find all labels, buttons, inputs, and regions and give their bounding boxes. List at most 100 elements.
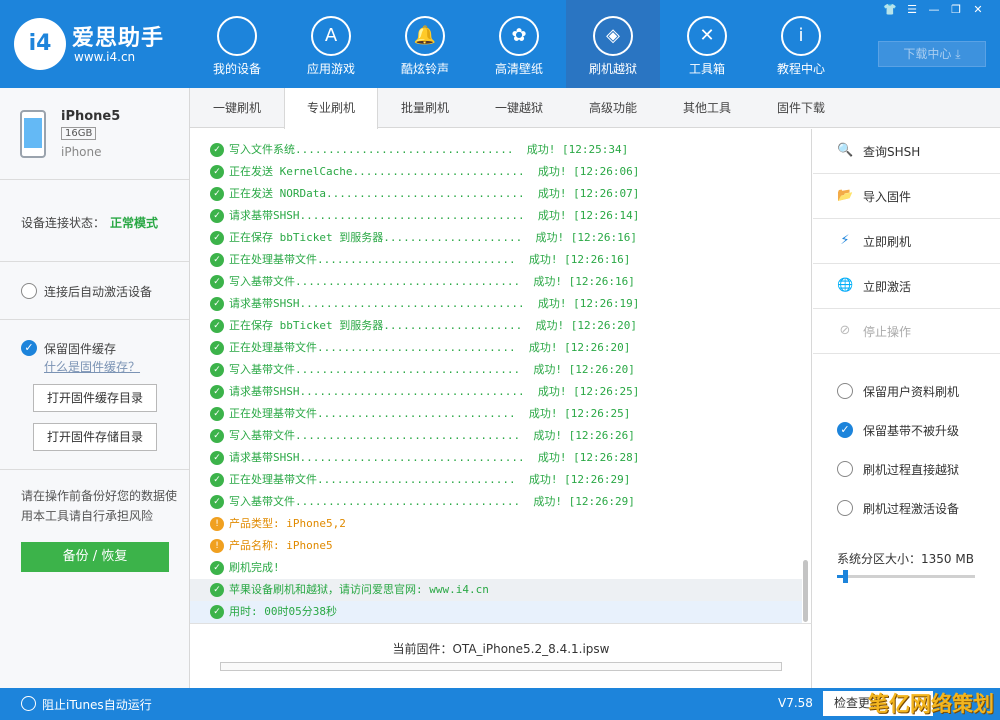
success-icon: ✓ [210,297,224,311]
backup-restore-button[interactable]: 备份 / 恢复 [21,542,169,572]
block-itunes-label: 阻止iTunes自动运行 [42,698,152,712]
nav-wallpapers[interactable]: ✿ 高清壁纸 [472,0,566,88]
activate-now-button[interactable]: 🌐 立即激活 [813,264,1000,309]
connection-status-row: 设备连接状态： 正常模式 [0,180,189,262]
auto-activate-option[interactable]: 连接后自动激活设备 [0,262,189,320]
nav-label: 高清壁纸 [494,62,543,76]
tab-firmware-download[interactable]: 固件下载 [754,88,848,128]
success-icon: ✓ [210,429,224,443]
appstore-icon: A [311,16,351,56]
log-line: ✓ 请求基带SHSH...............................… [190,381,802,403]
slider-handle[interactable] [843,570,848,583]
activate-during-flash-radio[interactable] [837,500,853,516]
connection-status-label: 设备连接状态： [21,216,106,230]
nav-flash-jailbreak[interactable]: ◈ 刷机越狱 [566,0,660,88]
tab-batch-flash[interactable]: 批量刷机 [378,88,472,128]
connection-status-value: 正常模式 [110,216,159,230]
log-text: 刷机完成! [229,561,280,574]
risk-warning: 请在操作前备份好您的数据使用本工具请自行承担风险 [21,489,178,523]
device-info: iPhone5 16GB iPhone [0,88,189,180]
partition-size-slider[interactable] [837,570,975,583]
log-line: ✓ 正在发送 KernelCache.......................… [190,161,802,183]
log-line: ✓ 请求基带SHSH...............................… [190,205,802,227]
right-action-panel: 🔍 查询SHSH 📂 导入固件 ⚡ 立即刷机 🌐 立即激活 ⊘ 停止操作 保留用… [813,129,1000,688]
nav-label: 酷炫铃声 [400,62,449,76]
tab-other-tools[interactable]: 其他工具 [660,88,754,128]
log-line: ! 产品类型: iPhone5,2 [190,513,802,535]
nav-label: 我的设备 [212,62,261,76]
log-line: ✓ 请求基带SHSH...............................… [190,447,802,469]
app-logo: i4 爱思助手 www.i4.cn [14,14,174,74]
log-line: ✓ 正在处理基带文件.............................. … [190,337,802,359]
apple-icon [217,16,257,56]
success-icon: ✓ [210,583,224,597]
open-store-dir-button[interactable]: 打开固件存储目录 [33,423,157,451]
success-icon: ✓ [210,385,224,399]
nav-label: 教程中心 [776,62,825,76]
restore-icon[interactable]: ❐ [946,2,966,18]
action-label: 立即刷机 [863,235,912,249]
stop-icon: ⊘ [839,323,851,338]
device-name: iPhone5 [61,109,121,124]
keep-user-data-label: 保留用户资料刷机 [863,385,960,399]
watermark: 笔亿网络策划 [868,692,994,716]
auto-activate-radio[interactable] [21,283,37,299]
menu-icon[interactable]: ☰ [902,2,922,18]
success-icon: ✓ [210,187,224,201]
version-label: V7.58 [778,696,813,710]
log-line: ✓ 正在发送 NORData...........................… [190,183,802,205]
success-icon: ✓ [210,209,224,223]
status-bar: 阻止iTunes自动运行 V7.58 检查更新 [0,688,1000,720]
nav-toolbox[interactable]: ✕ 工具箱 [660,0,754,88]
close-icon[interactable]: ✕ [968,2,988,18]
block-itunes-radio[interactable] [21,696,36,711]
log-text: 正在处理基带文件.............................. 成… [229,473,631,486]
jailbreak-during-flash-radio[interactable] [837,461,853,477]
stop-operation-button[interactable]: ⊘ 停止操作 [813,309,1000,354]
minimize-icon[interactable]: — [924,2,944,18]
log-line: ✓ 苹果设备刷机和越狱，请访问爱思官网: www.i4.cn [190,579,802,601]
open-cache-dir-button[interactable]: 打开固件缓存目录 [33,384,157,412]
success-icon: ✓ [210,407,224,421]
tab-pro-flash[interactable]: 专业刷机 [284,88,378,129]
import-firmware-button[interactable]: 📂 导入固件 [813,174,1000,219]
skin-icon[interactable]: 👕 [880,2,900,18]
log-text: 请求基带SHSH................................… [229,451,640,464]
log-text: 请求基带SHSH................................… [229,385,640,398]
keep-baseband-check-icon[interactable]: ✓ [837,422,853,438]
tab-advanced[interactable]: 高级功能 [566,88,660,128]
keep-user-data-radio[interactable] [837,383,853,399]
log-line: ✓ 正在处理基带文件.............................. … [190,469,802,491]
what-is-cache-link[interactable]: 什么是固件缓存？ [44,358,140,375]
nav-label: 刷机越狱 [588,62,637,76]
log-line: ✓ 正在处理基带文件.............................. … [190,403,802,425]
download-center-button[interactable]: 下载中心 ⤓ [878,41,986,67]
nav-tutorials[interactable]: i 教程中心 [754,0,848,88]
nav-label: 工具箱 [688,62,725,76]
download-icon: ⤓ [955,47,961,61]
tab-jailbreak[interactable]: 一键越狱 [472,88,566,128]
log-scrollbar[interactable] [803,560,808,622]
success-icon: ✓ [210,231,224,245]
success-icon: ✓ [210,253,224,267]
app-url: www.i4.cn [74,50,136,64]
nav-ringtones[interactable]: 🔔 酷炫铃声 [378,0,472,88]
progress-bar [220,662,782,671]
app-name: 爱思助手 [72,26,165,51]
log-text: 正在保存 bbTicket 到服务器..................... … [229,231,638,244]
nav-my-device[interactable]: 我的设备 [190,0,284,88]
log-text: 用时: 00时05分38秒 [229,605,337,618]
nav-apps-games[interactable]: A 应用游戏 [284,0,378,88]
device-capacity: 16GB [61,127,97,140]
flash-now-button[interactable]: ⚡ 立即刷机 [813,219,1000,264]
action-label: 导入固件 [863,190,912,204]
flash-log: ✓ 写入文件系统.................................… [190,129,812,623]
log-line: ✓ 写入基带文件.................................… [190,425,802,447]
keep-cache-check-icon[interactable]: ✓ [21,340,37,356]
left-sidebar: iPhone5 16GB iPhone 设备连接状态： 正常模式 连接后自动激活… [0,88,190,688]
log-line: ✓ 正在保存 bbTicket 到服务器.....................… [190,315,802,337]
query-shsh-button[interactable]: 🔍 查询SHSH [813,129,1000,174]
info-icon: i [781,16,821,56]
tab-one-click-flash[interactable]: 一键刷机 [190,88,284,128]
success-icon: ✓ [210,319,224,333]
